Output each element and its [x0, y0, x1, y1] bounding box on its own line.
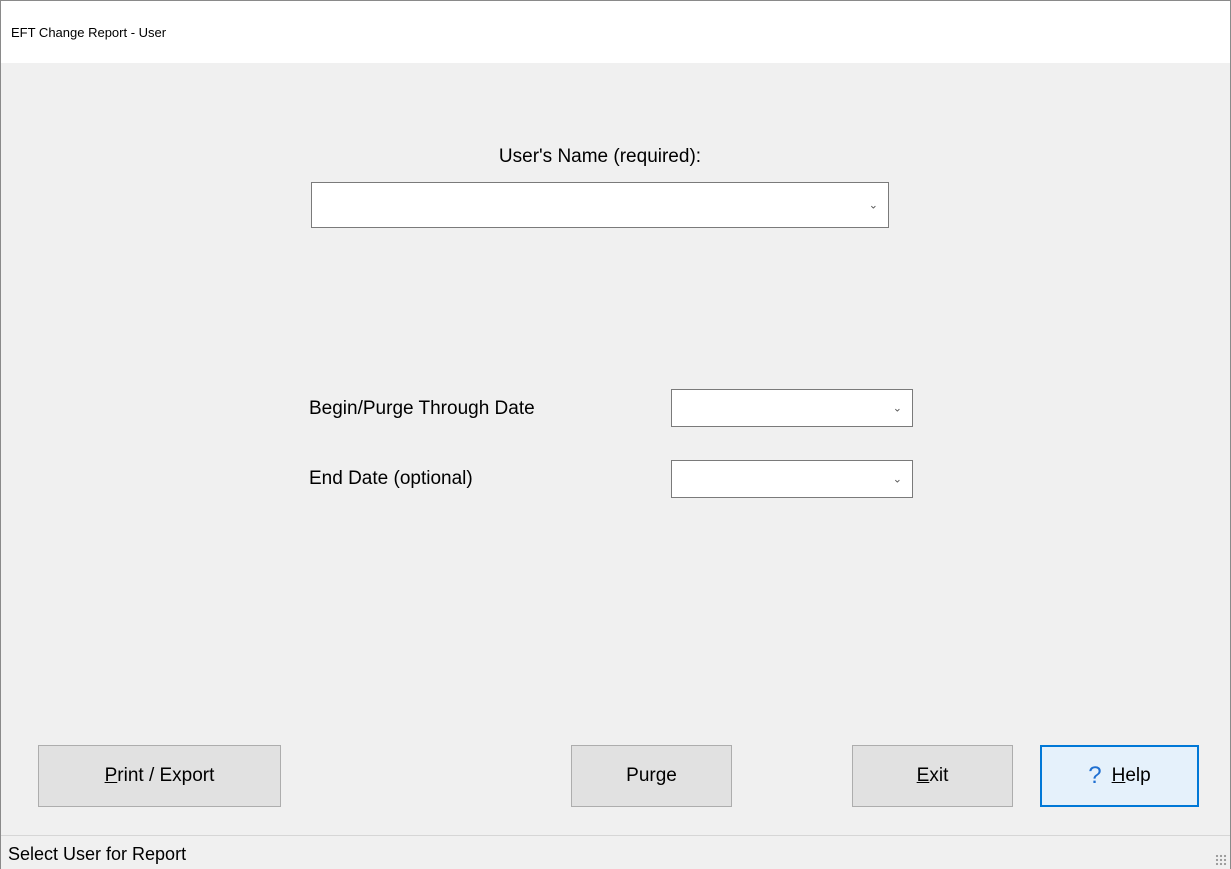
print-export-label: rint / Export — [117, 765, 215, 786]
purge-button[interactable]: Purge — [571, 745, 732, 807]
print-export-button[interactable]: Print / Export — [38, 745, 281, 807]
status-text: Select User for Report — [8, 844, 187, 864]
end-date-label: End Date (optional) — [309, 468, 473, 489]
exit-label: xit — [929, 765, 949, 786]
chevron-down-icon[interactable]: ⌄ — [893, 473, 902, 486]
help-mnemonic: H — [1111, 765, 1126, 786]
user-name-label: User's Name (required): — [498, 146, 702, 167]
print-export-mnemonic: P — [104, 765, 118, 786]
report-window: EFT Change Report - User User's Name (re… — [0, 0, 1231, 869]
chevron-down-icon[interactable]: ⌄ — [869, 199, 878, 212]
exit-button[interactable]: Exit — [852, 745, 1013, 807]
question-icon: ? — [1088, 762, 1102, 789]
purge-label: Purge — [626, 765, 677, 786]
begin-date-label: Begin/Purge Through Date — [309, 398, 535, 419]
chevron-down-icon[interactable]: ⌄ — [893, 402, 902, 415]
resize-grip-icon[interactable] — [1215, 854, 1227, 866]
help-label: elp — [1125, 765, 1151, 786]
title-bar: EFT Change Report - User — [1, 1, 1230, 63]
user-name-dropdown[interactable]: ⌄ — [311, 182, 889, 228]
begin-date-picker[interactable]: ⌄ — [671, 389, 913, 427]
help-button[interactable]: ? Help — [1040, 745, 1199, 807]
status-bar: Select User for Report — [1, 835, 1230, 869]
window-title: EFT Change Report - User — [11, 25, 167, 40]
exit-mnemonic: E — [916, 765, 930, 786]
end-date-picker[interactable]: ⌄ — [671, 460, 913, 498]
